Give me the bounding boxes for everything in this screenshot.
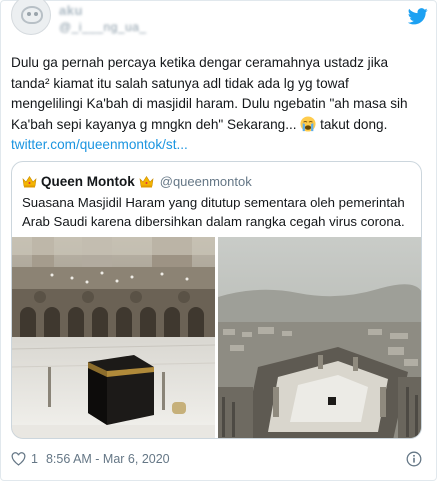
tweet-link[interactable]: twitter.com/queenmontok/st... — [11, 137, 188, 152]
quoted-author-handle[interactable]: @queenmontok — [160, 174, 252, 189]
crown-icon — [22, 175, 37, 187]
author-display-name[interactable]: aku — [59, 3, 83, 18]
tweet-text: Dulu ga pernah percaya ketika dengar cer… — [11, 53, 423, 156]
kaaba-courtyard-image — [12, 237, 215, 438]
tweet-text-tail: takut dong. — [316, 116, 388, 132]
tweet-header: aku @_i___ng_ua_ — [11, 0, 428, 39]
twitter-bird-icon[interactable] — [408, 8, 428, 25]
tweet-footer: 1 8:56 AM - Mar 6, 2020 — [11, 448, 428, 470]
tweet-embed-card: aku @_i___ng_ua_ Dulu ga pernah percaya … — [0, 0, 437, 481]
quoted-media-aerial[interactable] — [218, 237, 421, 438]
mecca-aerial-image — [218, 237, 421, 438]
quoted-tweet-text: Suasana Masjidil Haram yang ditutup seme… — [22, 195, 405, 229]
heart-icon[interactable] — [11, 452, 26, 466]
author-handle[interactable]: @_i___ng_ua_ — [59, 20, 147, 34]
quoted-tweet-header: Queen Montok @queenmontok — [22, 172, 252, 190]
avatar[interactable] — [11, 0, 51, 35]
quoted-media-kaaba[interactable] — [12, 237, 215, 438]
quoted-tweet[interactable]: Queen Montok @queenmontok Suasana Masjid… — [11, 161, 422, 439]
quoted-author-name[interactable]: Queen Montok — [41, 174, 135, 189]
like-count: 1 — [31, 452, 38, 466]
info-icon[interactable] — [406, 451, 422, 467]
crown-icon — [139, 175, 154, 187]
tweet-timestamp[interactable]: 8:56 AM - Mar 6, 2020 — [46, 452, 170, 466]
avatar-face-icon — [21, 6, 43, 24]
loudly-crying-face-icon — [300, 115, 316, 132]
